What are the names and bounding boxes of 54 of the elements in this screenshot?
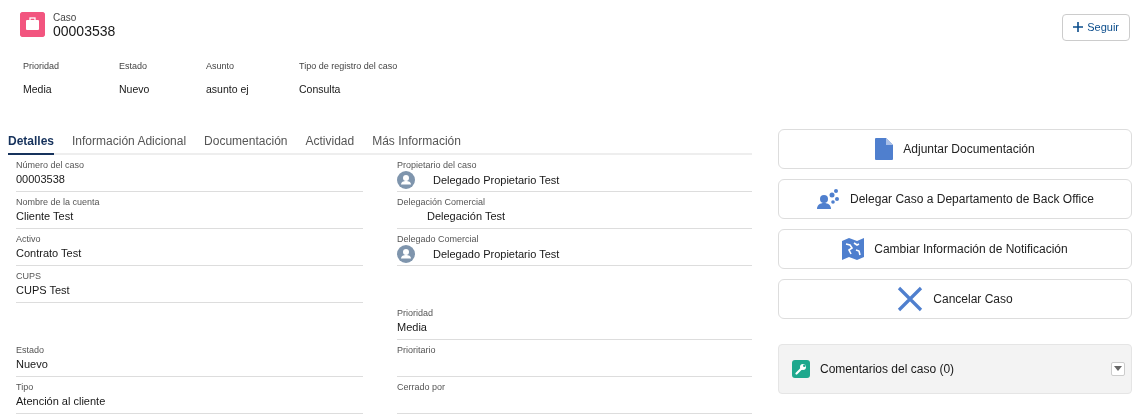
field-value: 00003538 bbox=[16, 172, 65, 187]
record-title: 00003538 bbox=[53, 23, 116, 40]
field-label: CUPS bbox=[16, 270, 42, 282]
tab[interactable]: Actividad bbox=[305, 128, 355, 155]
field-value: Delegación Test bbox=[426, 209, 506, 224]
action-button[interactable]: Cancelar Caso bbox=[778, 279, 1132, 319]
field-label: Tipo de registro del caso bbox=[299, 60, 399, 73]
field-value: Consulta bbox=[299, 81, 342, 97]
field-label: Tipo bbox=[16, 381, 35, 393]
field-label: Prioridad bbox=[397, 307, 435, 319]
field-label: Nombre de la cuenta bbox=[16, 196, 101, 208]
field-value: Nuevo bbox=[16, 357, 48, 372]
field-label: Propietario del caso bbox=[397, 159, 478, 171]
field-label: Delegación Comercial bbox=[397, 196, 487, 208]
tab[interactable]: Más Información bbox=[372, 128, 461, 155]
field-value: asunto ej bbox=[206, 81, 250, 97]
field-label: Número del caso bbox=[16, 159, 86, 171]
field-value[interactable]: Delegado Propietario Test bbox=[429, 172, 560, 188]
briefcase-icon bbox=[20, 12, 45, 37]
field-label: Cerrado por bbox=[397, 381, 447, 393]
field-label: Estado bbox=[16, 344, 46, 356]
field-value: Media bbox=[397, 320, 427, 335]
map-icon bbox=[842, 238, 865, 260]
user-avatar-icon bbox=[397, 171, 415, 189]
field-label: Prioridad bbox=[23, 60, 61, 73]
action-button[interactable]: Cambiar Información de Notificación bbox=[778, 229, 1132, 269]
field-value: Cliente Test bbox=[16, 209, 74, 224]
dropdown-button[interactable] bbox=[1111, 362, 1125, 376]
field-value: Contrato Test bbox=[16, 246, 82, 261]
tab[interactable]: Información Adicional bbox=[72, 128, 187, 155]
people-icon bbox=[816, 189, 841, 209]
field-value[interactable]: Delegado Propietario Test bbox=[429, 246, 560, 262]
document-icon bbox=[875, 138, 894, 160]
plus-icon bbox=[1073, 22, 1084, 33]
field-label: Asunto bbox=[206, 60, 236, 73]
object-label: Caso bbox=[53, 12, 78, 23]
wrench-icon bbox=[792, 360, 810, 378]
action-button[interactable]: Delegar Caso a Departamento de Back Office bbox=[778, 179, 1132, 219]
caret-icon bbox=[1114, 366, 1122, 372]
close-icon bbox=[897, 286, 924, 312]
field-label: Estado bbox=[119, 60, 149, 73]
action-button[interactable]: Adjuntar Documentación bbox=[778, 129, 1132, 169]
field-value: CUPS Test bbox=[16, 283, 70, 298]
field-label: Delegado Comercial bbox=[397, 233, 480, 245]
follow-button[interactable]: Seguir bbox=[1062, 14, 1130, 41]
field-value: Nuevo bbox=[119, 81, 151, 97]
user-avatar-icon bbox=[397, 245, 415, 263]
field-label: Prioritario bbox=[397, 344, 437, 356]
field-value: Atención al cliente bbox=[16, 394, 106, 409]
tab[interactable]: Detalles bbox=[8, 128, 55, 155]
tab[interactable]: Documentación bbox=[204, 128, 288, 155]
related-list-title: Comentarios del caso (0) bbox=[820, 361, 955, 378]
field-value: Media bbox=[23, 81, 53, 97]
field-label: Activo bbox=[16, 233, 42, 245]
